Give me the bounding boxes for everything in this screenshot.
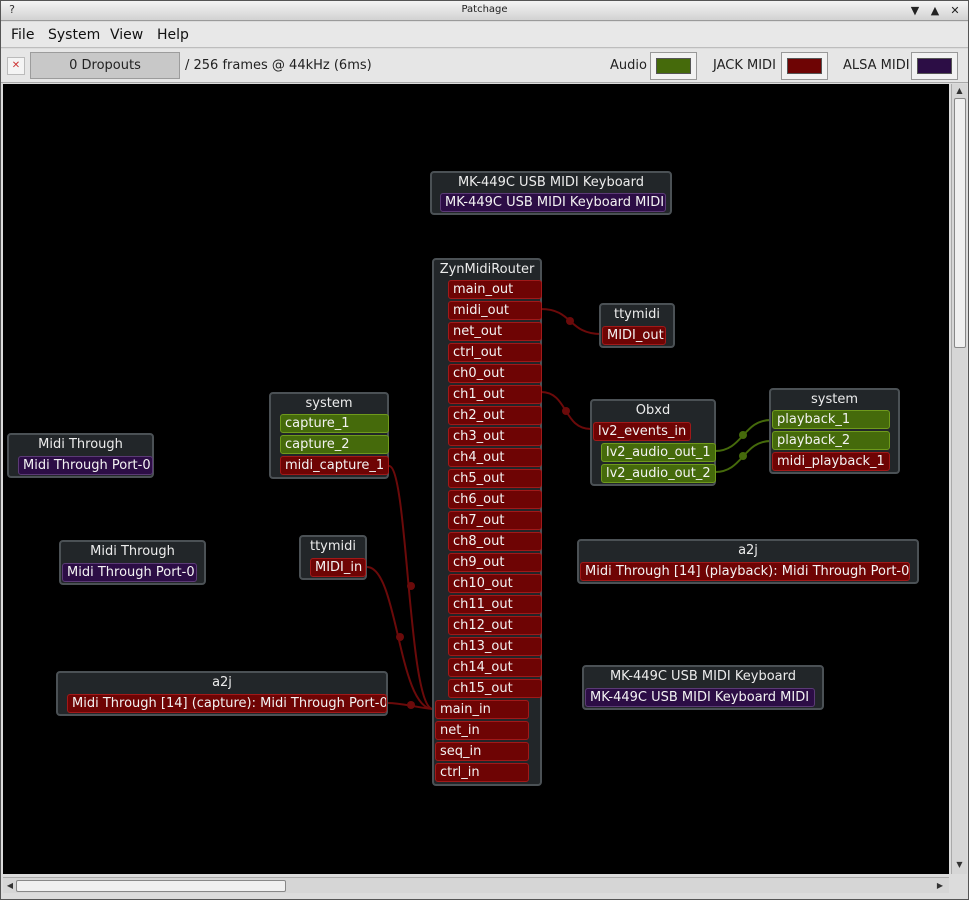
port-midi-in-ttymidi[interactable]: MIDI_in: [310, 558, 366, 577]
audio-color-button[interactable]: [650, 52, 697, 80]
horizontal-scrollbar[interactable]: ◀ ▶: [3, 877, 949, 893]
port-capture-1[interactable]: capture_1: [280, 414, 389, 433]
port-ch1-out[interactable]: ch1_out: [448, 385, 542, 404]
window-title: Patchage: [461, 4, 508, 15]
vertical-scrollbar[interactable]: ▲ ▼: [951, 84, 967, 874]
port-ch8-out[interactable]: ch8_out: [448, 532, 542, 551]
port-ch15-out[interactable]: ch15_out: [448, 679, 542, 698]
port-ch4-out[interactable]: ch4_out: [448, 448, 542, 467]
patch-canvas[interactable]: MK-449C USB MIDI Keyboard MK-449C USB MI…: [3, 84, 949, 874]
port-midi-through-port-0[interactable]: Midi Through Port-0: [62, 563, 197, 582]
maximize-icon[interactable]: ▲: [927, 3, 943, 19]
scroll-left-icon[interactable]: ◀: [5, 880, 15, 891]
clear-dropouts-icon[interactable]: ✕: [7, 57, 25, 75]
port-ch6-out[interactable]: ch6_out: [448, 490, 542, 509]
port-main-out[interactable]: main_out: [448, 280, 542, 299]
module-title: system: [811, 392, 858, 407]
port-ch2-out[interactable]: ch2_out: [448, 406, 542, 425]
menu-system[interactable]: System: [48, 27, 100, 43]
port-ch0-out[interactable]: ch0_out: [448, 364, 542, 383]
toolbar: ✕ 0 Dropouts / 256 frames @ 44kHz (6ms) …: [1, 49, 968, 83]
port-ch10-out[interactable]: ch10_out: [448, 574, 542, 593]
port-ch14-out[interactable]: ch14_out: [448, 658, 542, 677]
jack-midi-color-swatch: [787, 58, 822, 74]
module-ttymidi-out[interactable]: ttymidi MIDI_out: [599, 303, 675, 348]
buffer-info: / 256 frames @ 44kHz (6ms): [185, 58, 372, 73]
module-zynmidirouter[interactable]: ZynMidiRouter main_out midi_out net_out …: [432, 258, 542, 786]
module-ttymidi-in[interactable]: ttymidi MIDI_in: [299, 535, 367, 580]
alsa-midi-color-button[interactable]: [911, 52, 958, 80]
dropouts-counter[interactable]: 0 Dropouts: [30, 52, 180, 79]
port-midi-out-ttymidi[interactable]: MIDI_out: [602, 326, 666, 345]
port-playback-2[interactable]: playback_2: [772, 431, 890, 450]
module-title: ttymidi: [613, 307, 661, 322]
port-lv2-events-in[interactable]: lv2_events_in: [593, 422, 691, 441]
port-net-out[interactable]: net_out: [448, 322, 542, 341]
alsa-midi-color-swatch: [917, 58, 952, 74]
module-title: Midi Through: [90, 544, 175, 559]
port-midi-out[interactable]: midi_out: [448, 301, 542, 320]
module-title: Obxd: [635, 403, 671, 418]
menu-view[interactable]: View: [110, 27, 143, 43]
port-net-in[interactable]: net_in: [435, 721, 529, 740]
menu-help[interactable]: Help: [157, 27, 189, 43]
port-midi-playback-1[interactable]: midi_playback_1: [772, 452, 890, 471]
audio-label: Audio: [610, 58, 647, 73]
module-a2j-capture[interactable]: a2j Midi Through [14] (capture): Midi Th…: [56, 671, 388, 716]
port-lv2-audio-out-2[interactable]: lv2_audio_out_2: [601, 464, 716, 483]
jack-midi-color-button[interactable]: [781, 52, 828, 80]
port-ch11-out[interactable]: ch11_out: [448, 595, 542, 614]
audio-color-swatch: [656, 58, 691, 74]
port-capture-2[interactable]: capture_2: [280, 435, 389, 454]
module-title: ZynMidiRouter: [439, 262, 535, 277]
module-midi-through-2[interactable]: Midi Through Midi Through Port-0: [59, 540, 206, 585]
module-a2j-playback[interactable]: a2j Midi Through [14] (playback): Midi T…: [577, 539, 919, 584]
scroll-down-icon[interactable]: ▼: [954, 860, 965, 870]
port-mk449c-midi[interactable]: MK-449C USB MIDI Keyboard MIDI: [440, 193, 666, 212]
close-icon[interactable]: ✕: [947, 3, 963, 19]
menu-bar: File System View Help: [1, 22, 968, 48]
port-a2j-capture[interactable]: Midi Through [14] (capture): Midi Throug…: [67, 694, 387, 713]
port-ch9-out[interactable]: ch9_out: [448, 553, 542, 572]
port-ch5-out[interactable]: ch5_out: [448, 469, 542, 488]
port-a2j-playback[interactable]: Midi Through [14] (playback): Midi Throu…: [580, 562, 910, 581]
title-bar: ? Patchage ▼ ▲ ✕: [1, 1, 968, 21]
module-obxd[interactable]: Obxd lv2_events_in lv2_audio_out_1 lv2_a…: [590, 399, 716, 486]
module-system-playback[interactable]: system playback_1 playback_2 midi_playba…: [769, 388, 900, 474]
port-seq-in[interactable]: seq_in: [435, 742, 529, 761]
port-mk449c-midi[interactable]: MK-449C USB MIDI Keyboard MIDI: [585, 688, 815, 707]
module-title: Midi Through: [38, 437, 123, 452]
port-main-in[interactable]: main_in: [435, 700, 529, 719]
module-title: a2j: [738, 543, 758, 558]
port-ch13-out[interactable]: ch13_out: [448, 637, 542, 656]
port-midi-capture-1[interactable]: midi_capture_1: [280, 456, 389, 475]
module-mk449c-top[interactable]: MK-449C USB MIDI Keyboard MK-449C USB MI…: [430, 171, 672, 215]
module-title: system: [305, 396, 353, 411]
port-ch3-out[interactable]: ch3_out: [448, 427, 542, 446]
module-title: MK-449C USB MIDI Keyboard: [457, 175, 645, 190]
module-system-capture[interactable]: system capture_1 capture_2 midi_capture_…: [269, 392, 389, 479]
patchage-window: ? Patchage ▼ ▲ ✕ File System View Help ✕…: [0, 0, 969, 900]
module-midi-through-1[interactable]: Midi Through Midi Through Port-0: [7, 433, 154, 478]
port-ctrl-in[interactable]: ctrl_in: [435, 763, 529, 782]
module-mk449c-bottom[interactable]: MK-449C USB MIDI Keyboard MK-449C USB MI…: [582, 665, 824, 710]
port-ch12-out[interactable]: ch12_out: [448, 616, 542, 635]
port-lv2-audio-out-1[interactable]: lv2_audio_out_1: [601, 443, 716, 462]
module-title: ttymidi: [309, 539, 357, 554]
module-title: a2j: [212, 675, 232, 690]
port-midi-through-port-0[interactable]: Midi Through Port-0: [18, 456, 153, 475]
port-ctrl-out[interactable]: ctrl_out: [448, 343, 542, 362]
menu-file[interactable]: File: [11, 27, 34, 43]
vertical-scroll-thumb[interactable]: [954, 98, 966, 348]
scroll-up-icon[interactable]: ▲: [954, 86, 965, 96]
alsa-midi-label: ALSA MIDI: [843, 58, 910, 73]
module-title: MK-449C USB MIDI Keyboard: [609, 669, 797, 684]
horizontal-scroll-thumb[interactable]: [16, 880, 286, 892]
minimize-icon[interactable]: ▼: [907, 3, 923, 19]
port-ch7-out[interactable]: ch7_out: [448, 511, 542, 530]
port-playback-1[interactable]: playback_1: [772, 410, 890, 429]
scroll-right-icon[interactable]: ▶: [935, 880, 945, 891]
jack-midi-label: JACK MIDI: [713, 58, 776, 73]
